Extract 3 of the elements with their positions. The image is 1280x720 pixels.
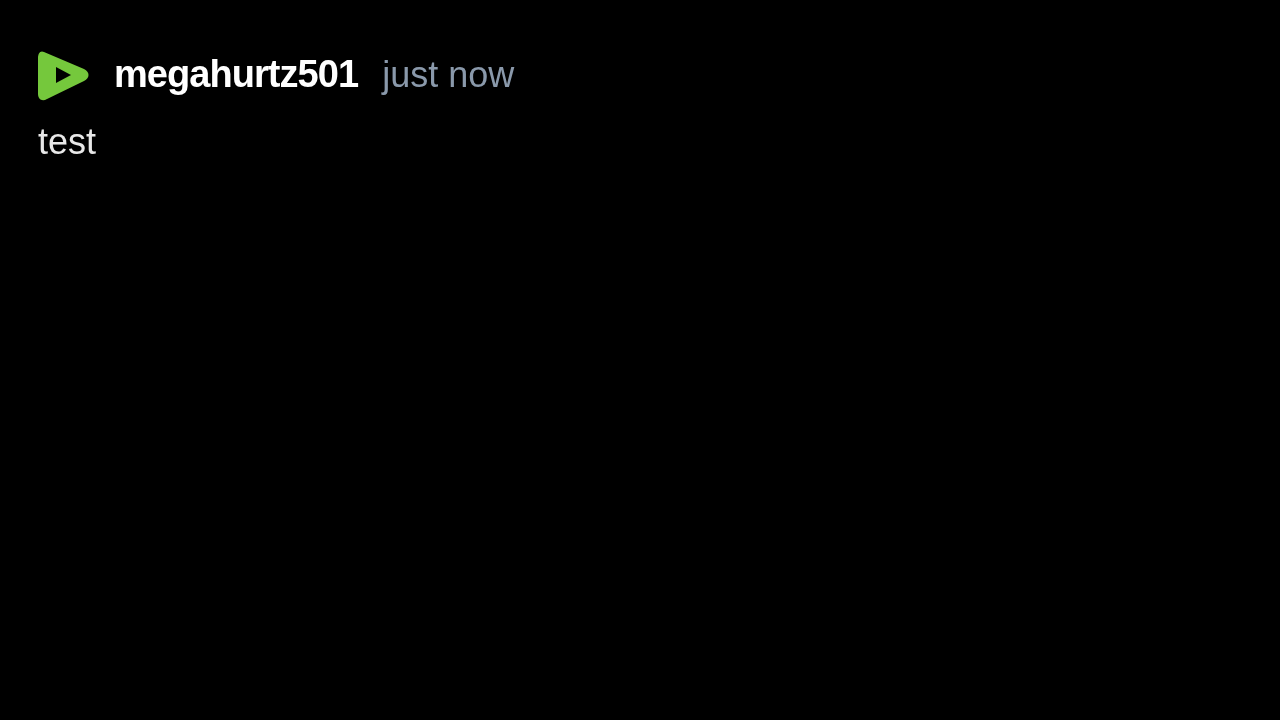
message-text: test bbox=[38, 120, 97, 164]
timestamp: just now bbox=[382, 53, 515, 97]
username[interactable]: megahurtz501 bbox=[114, 46, 359, 103]
